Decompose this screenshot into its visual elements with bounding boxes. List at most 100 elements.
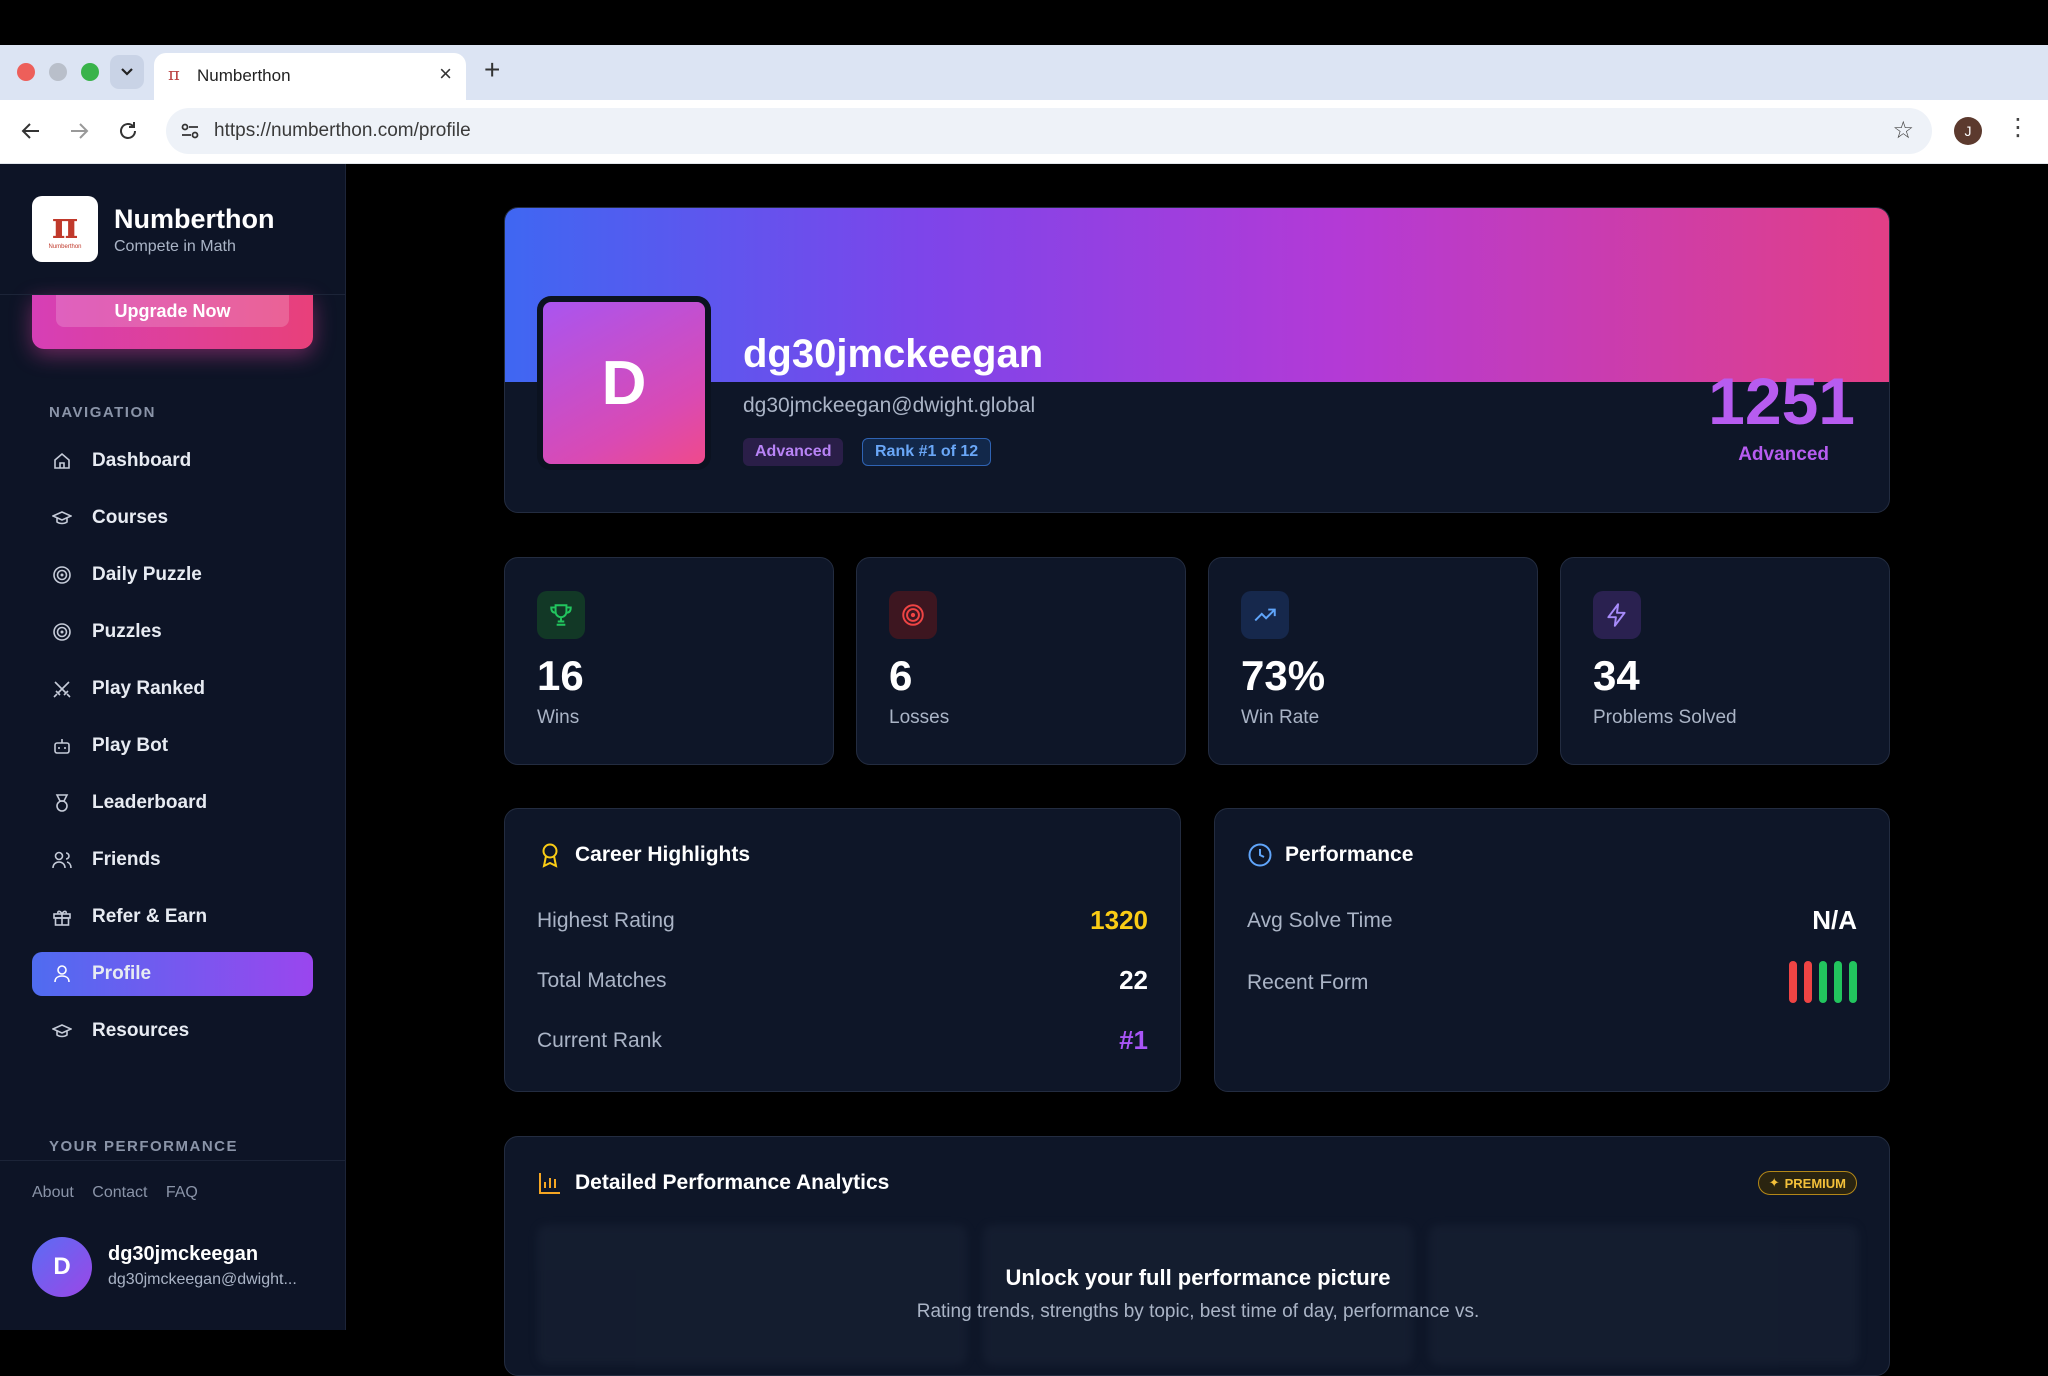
- sidebar: π Numberthon Numberthon Compete in Math …: [0, 164, 346, 1330]
- home-icon: [54, 452, 70, 469]
- detailed-analytics-card: Detailed Performance Analytics ✦ PREMIUM…: [504, 1136, 1890, 1376]
- footer-link-contact[interactable]: Contact: [92, 1184, 147, 1201]
- profile-username: dg30jmckeegan: [743, 332, 1044, 376]
- new-tab-icon[interactable]: +: [484, 56, 500, 84]
- career-highlights-card: Career Highlights Highest Rating 1320 To…: [504, 808, 1181, 1092]
- premium-badge[interactable]: ✦ PREMIUM: [1757, 1171, 1857, 1195]
- window-close-button[interactable]: [17, 63, 35, 81]
- wins-label: Wins: [537, 707, 580, 728]
- performance-card: Performance Avg Solve Time N/A Recent Fo…: [1214, 808, 1890, 1092]
- bot-icon: [54, 739, 70, 754]
- problems-solved-value: 34: [1593, 652, 1640, 699]
- reload-icon[interactable]: [113, 116, 143, 146]
- browser-tab[interactable]: π Numberthon ×: [154, 53, 466, 100]
- recent-form-label: Recent Form: [1247, 971, 1369, 994]
- sidebar-item-friends[interactable]: Friends: [32, 838, 313, 882]
- avg-solve-time-value: N/A: [1812, 905, 1857, 935]
- bolt-icon: [1593, 591, 1641, 639]
- brand-logo[interactable]: π Numberthon: [32, 196, 98, 262]
- user-icon: [54, 965, 70, 983]
- award-icon: [542, 843, 558, 868]
- sidebar-item-courses[interactable]: Courses: [32, 496, 313, 540]
- total-matches-value: 22: [1119, 965, 1148, 995]
- unlock-title: Unlock your full performance picture: [1005, 1265, 1391, 1290]
- divider: [0, 294, 346, 295]
- form-bar-win: [1819, 961, 1827, 1003]
- divider: [0, 1160, 346, 1161]
- window-minimize-button[interactable]: [49, 63, 67, 81]
- stat-card-win-rate: 73% Win Rate: [1208, 557, 1538, 765]
- profile-avatar-frame: D: [537, 296, 711, 470]
- sidebar-item-daily-puzzle[interactable]: Daily Puzzle: [32, 553, 313, 597]
- graduation-cap-icon: [52, 511, 72, 525]
- trophy-icon: [537, 591, 585, 639]
- win-rate-label: Win Rate: [1241, 707, 1320, 728]
- clock-icon: [1248, 843, 1272, 867]
- current-rank-value: #1: [1119, 1025, 1148, 1055]
- blurred-preview: [537, 1225, 1859, 1375]
- stat-card-losses: 6 Losses: [856, 557, 1186, 765]
- medal-icon: [55, 794, 69, 812]
- wins-value: 16: [537, 652, 584, 699]
- sidebar-item-dashboard[interactable]: Dashboard: [32, 439, 313, 483]
- browser-menu-icon[interactable]: ⋮: [2006, 116, 2030, 140]
- sidebar-item-resources[interactable]: Resources: [32, 1009, 313, 1053]
- footer-link-about[interactable]: About: [32, 1184, 74, 1201]
- trending-up-icon: [1241, 591, 1289, 639]
- target-icon: [53, 566, 71, 584]
- highest-rating-label: Highest Rating: [537, 909, 675, 932]
- screen-top-bar: [0, 0, 2048, 45]
- footer-links: About Contact FAQ: [32, 1184, 212, 1202]
- window-maximize-button[interactable]: [81, 63, 99, 81]
- sidebar-item-puzzles[interactable]: Puzzles: [32, 610, 313, 654]
- win-rate-value: 73%: [1241, 652, 1326, 699]
- user-name[interactable]: dg30jmckeegan: [108, 1243, 258, 1266]
- site-settings-icon[interactable]: [178, 119, 202, 143]
- current-rank-label: Current Rank: [537, 1029, 662, 1052]
- problems-solved-label: Problems Solved: [1593, 707, 1737, 728]
- rank-badge: Rank #1 of 12: [862, 438, 992, 466]
- sidebar-item-refer-earn[interactable]: Refer & Earn: [32, 895, 313, 939]
- forward-icon[interactable]: [64, 116, 94, 146]
- your-performance-heading: YOUR PERFORMANCE: [49, 1138, 239, 1155]
- form-bar-win: [1849, 961, 1857, 1003]
- brand-name: Numberthon: [114, 204, 275, 234]
- sidebar-item-play-bot[interactable]: Play Bot: [32, 724, 313, 768]
- back-icon[interactable]: [16, 116, 46, 146]
- losses-label: Losses: [889, 707, 950, 728]
- brand-tagline: Compete in Math: [114, 238, 236, 255]
- analytics-title: Detailed Performance Analytics: [575, 1171, 890, 1194]
- target-icon: [53, 623, 71, 641]
- tab-close-icon[interactable]: ×: [439, 63, 452, 85]
- navigation-heading: NAVIGATION: [49, 404, 156, 421]
- gift-icon: [53, 910, 71, 926]
- rating-value: 1251: [1708, 364, 1855, 438]
- highest-rating-value: 1320: [1090, 905, 1148, 935]
- form-bar-win: [1834, 961, 1842, 1003]
- browser-profile-avatar[interactable]: J: [1954, 117, 1982, 145]
- tab-title: Numberthon: [197, 66, 291, 85]
- sidebar-item-profile[interactable]: Profile: [32, 952, 313, 996]
- user-avatar[interactable]: D: [32, 1237, 92, 1297]
- tab-search-button[interactable]: [110, 55, 144, 89]
- target-icon: [889, 591, 937, 639]
- upgrade-card: Upgrade Now: [32, 295, 313, 349]
- graduation-cap-icon: [52, 1024, 72, 1038]
- url-text: https://numberthon.com/profile: [214, 120, 471, 141]
- avg-solve-time-label: Avg Solve Time: [1247, 909, 1393, 932]
- level-badge: Advanced: [743, 438, 844, 466]
- sidebar-item-play-ranked[interactable]: Play Ranked: [32, 667, 313, 711]
- profile-email: dg30jmckeegan@dwight.global: [743, 394, 1036, 417]
- swords-icon: [53, 681, 71, 698]
- upgrade-now-button[interactable]: Upgrade Now: [56, 295, 289, 327]
- form-bar-loss: [1789, 961, 1797, 1003]
- rating-tier: Advanced: [1738, 444, 1829, 465]
- losses-value: 6: [889, 652, 913, 699]
- sidebar-item-leaderboard[interactable]: Leaderboard: [32, 781, 313, 825]
- bookmark-star-icon[interactable]: ☆: [1892, 116, 1914, 145]
- users-icon: [52, 851, 72, 869]
- footer-link-faq[interactable]: FAQ: [166, 1184, 198, 1201]
- profile-banner: [505, 208, 1889, 382]
- sparkle-icon: ✦: [1768, 1175, 1780, 1190]
- address-bar[interactable]: https://numberthon.com/profile ☆: [166, 108, 1932, 154]
